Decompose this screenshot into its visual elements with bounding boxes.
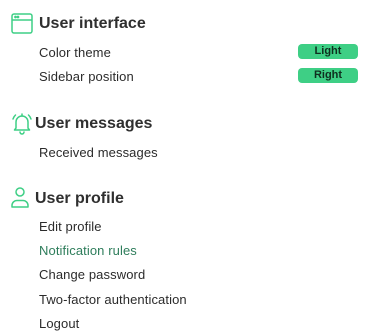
section-title: User interface [39, 15, 146, 32]
section-title: User messages [35, 115, 153, 132]
section-title: User profile [35, 190, 124, 207]
browser-window-icon [11, 13, 33, 34]
menu-item-change-password[interactable]: Change password [39, 267, 145, 282]
sidebar-position-value-badge[interactable]: Right [298, 68, 358, 83]
bell-icon [12, 113, 32, 135]
menu-item-edit-profile[interactable]: Edit profile [39, 219, 102, 234]
menu-item-sidebar-position[interactable]: Sidebar position [39, 69, 134, 84]
menu-item-two-factor-authentication[interactable]: Two-factor authentication [39, 292, 187, 307]
menu-item-logout[interactable]: Logout [39, 316, 79, 331]
menu-item-color-theme[interactable]: Color theme [39, 45, 111, 60]
menu-item-received-messages[interactable]: Received messages [39, 145, 158, 160]
user-icon [11, 187, 29, 208]
menu-item-notification-rules[interactable]: Notification rules [39, 243, 137, 258]
color-theme-value-badge[interactable]: Light [298, 44, 358, 59]
